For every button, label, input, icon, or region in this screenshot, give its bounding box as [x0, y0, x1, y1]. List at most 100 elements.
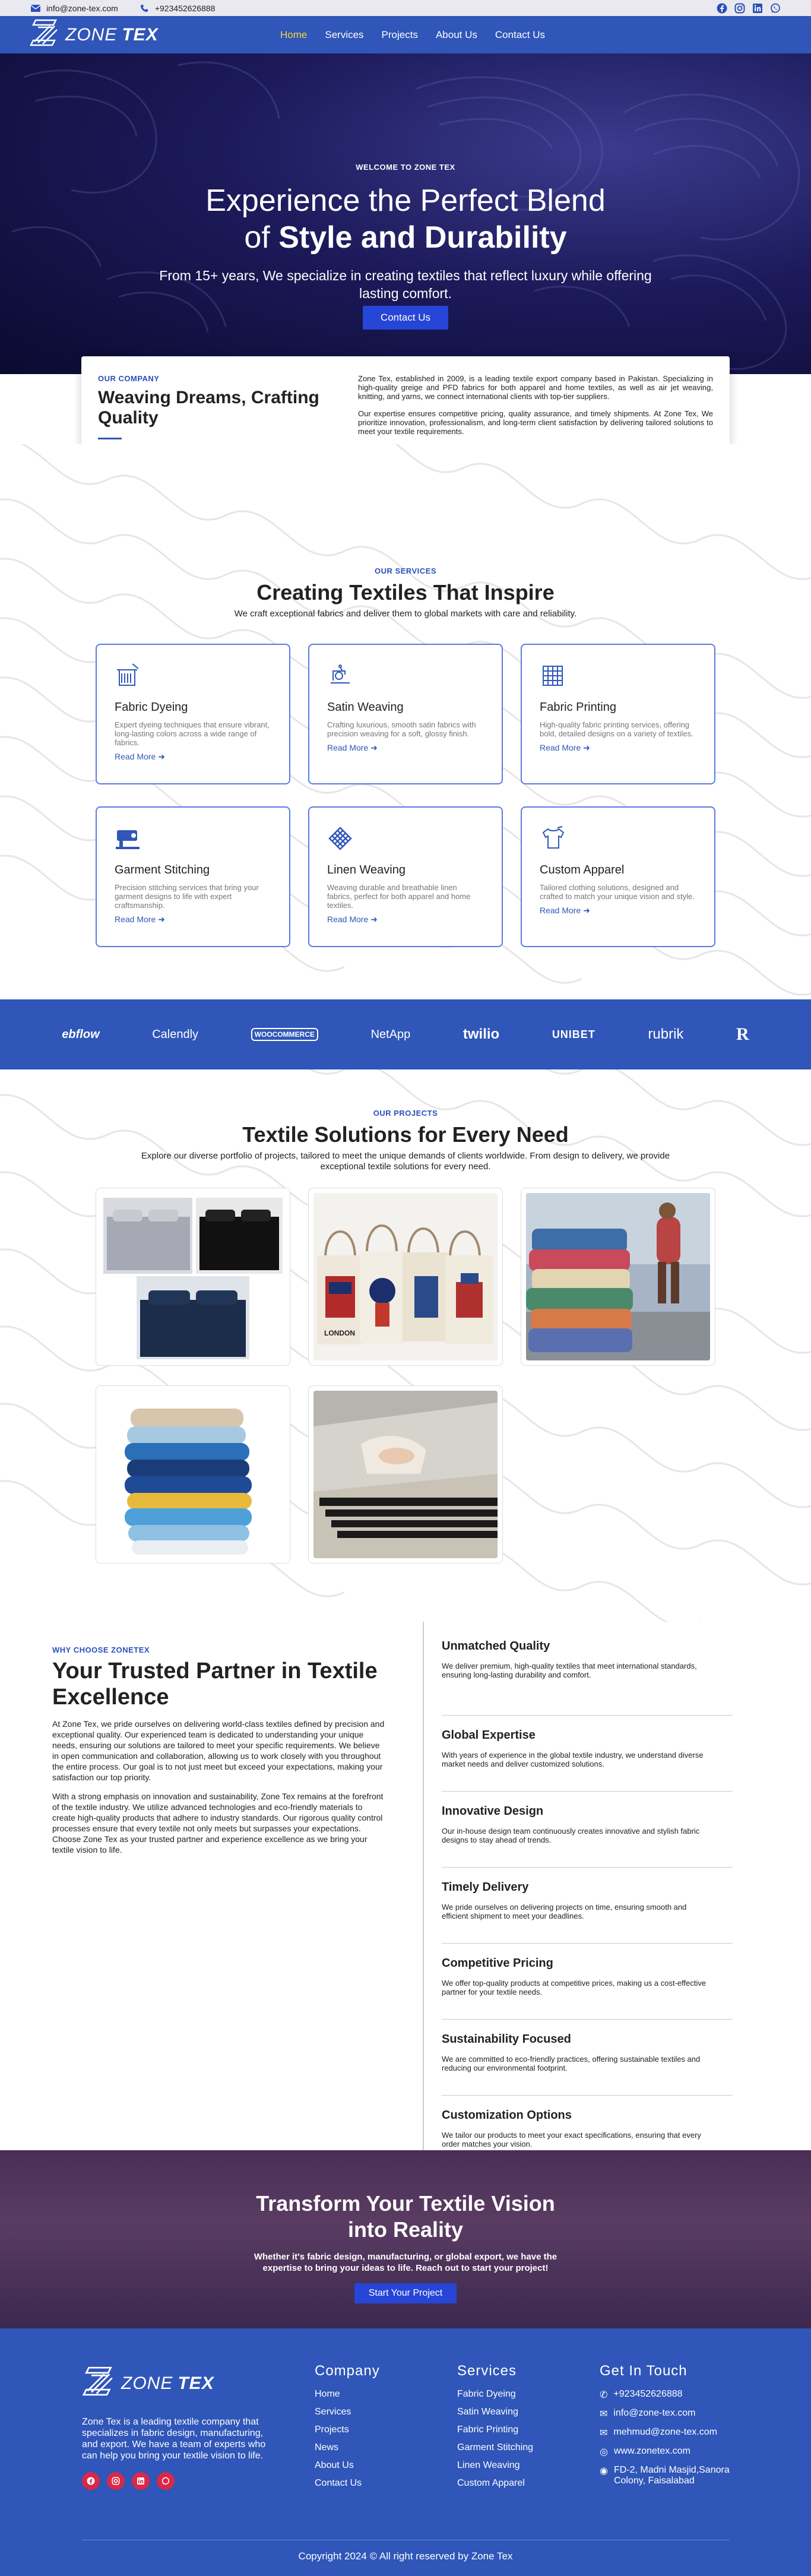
feature-desc: We offer top-quality products at competi…: [442, 1979, 707, 1996]
projects-kicker: OUR PROJECTS: [373, 1109, 438, 1118]
site-logo[interactable]: ZONE TEX: [29, 19, 159, 51]
brand-logo-netapp: NetApp: [370, 1027, 411, 1041]
service-title: Garment Stitching: [115, 863, 210, 876]
site-footer: ZONE TEX Zone Tex is a leading textile co…: [0, 2328, 811, 2576]
brand-logo-webflow: ebflow: [62, 1027, 100, 1041]
service-card-custom-apparel[interactable]: Custom Apparel Tailored clothing solutio…: [521, 806, 715, 947]
footer-link-home[interactable]: Home: [315, 2389, 380, 2400]
feature-title: Competitive Pricing: [442, 1957, 553, 1970]
footer-contact-email-2[interactable]: ✉ mehmud@zone-tex.com: [600, 2427, 736, 2439]
logo-text-bold: TEX: [178, 2374, 214, 2393]
footer-link-garment-stitching[interactable]: Garment Stitching: [457, 2442, 533, 2453]
feature-item: Unmatched Quality We deliver premium, hig…: [442, 1640, 733, 1716]
footer-contact-website[interactable]: ◎ www.zonetex.com: [600, 2446, 736, 2458]
nav-item-projects[interactable]: Projects: [382, 29, 418, 41]
facebook-icon[interactable]: [716, 2, 728, 14]
footer-link-satin-weaving[interactable]: Satin Weaving: [457, 2407, 533, 2417]
facebook-icon[interactable]: [82, 2472, 100, 2490]
feature-item: Sustainability Focused We are committed t…: [442, 2020, 733, 2096]
project-card-towels[interactable]: [96, 1385, 290, 1564]
logo-text-light: ZONE: [65, 24, 118, 45]
footer-services-col: Services Fabric Dyeing Satin Weaving Fab…: [457, 2363, 533, 2496]
read-more-link[interactable]: Read More ➜: [327, 743, 484, 753]
hero-section: WELCOME TO ZONE TEX Experience the Perfe…: [0, 53, 811, 374]
topbar-email[interactable]: info@zone-tex.com: [30, 2, 118, 14]
footer-socials: [82, 2472, 266, 2490]
footer-contact-address: ◉ FD-2, Madni Masjid,Sanora Colony, Faisa…: [600, 2465, 730, 2486]
envelope-icon: ✉: [600, 2428, 608, 2438]
logo-text-light: ZONE: [121, 2374, 173, 2393]
company-para-1: Zone Tex, established in 2009, is a lead…: [358, 374, 713, 401]
nav-item-contact[interactable]: Contact Us: [495, 29, 545, 41]
why-kicker: WHY CHOOSE ZONETEX: [52, 1645, 150, 1654]
project-image-checked-fabrics: [526, 1193, 710, 1360]
footer-logo[interactable]: ZONE TEX: [82, 2366, 266, 2401]
brand-logo-rubrik: rubrik: [648, 1026, 684, 1042]
nav-item-about[interactable]: About Us: [436, 29, 477, 41]
service-card-linen-weaving[interactable]: Linen Weaving Weaving durable and breath…: [308, 806, 503, 947]
project-card-tote-bags[interactable]: LONDON: [308, 1188, 503, 1366]
brand-logo-unibet: UNIBET: [552, 1028, 595, 1040]
instagram-icon[interactable]: [107, 2472, 125, 2490]
footer-link-linen-weaving[interactable]: Linen Weaving: [457, 2460, 533, 2471]
envelope-icon: [30, 2, 42, 14]
whatsapp-icon[interactable]: [157, 2472, 175, 2490]
company-kicker: OUR COMPANY: [98, 374, 160, 383]
service-title: Linen Weaving: [327, 863, 406, 876]
hero-contact-button[interactable]: Contact Us: [362, 306, 449, 330]
feature-title: Sustainability Focused: [442, 2033, 571, 2046]
why-para-2: With a strong emphasis on innovation and…: [52, 1792, 384, 1855]
footer-link-services[interactable]: Services: [315, 2407, 380, 2417]
footer-link-fabric-printing[interactable]: Fabric Printing: [457, 2425, 533, 2435]
whatsapp-icon[interactable]: [769, 2, 781, 14]
read-more-link[interactable]: Read More ➜: [115, 752, 271, 762]
feature-desc: Our in-house design team continuously cr…: [442, 1827, 700, 1844]
service-card-fabric-printing[interactable]: Fabric Printing High-quality fabric prin…: [521, 644, 715, 784]
nav-menu: Home Services Projects About Us Contact …: [280, 29, 545, 41]
footer-about: ZONE TEX Zone Tex is a leading textile co…: [82, 2366, 266, 2490]
project-card-checked-fabrics[interactable]: [521, 1188, 715, 1366]
footer-link-contact[interactable]: Contact Us: [315, 2478, 380, 2489]
footer-contact-email[interactable]: ✉ info@zone-tex.com: [600, 2408, 736, 2420]
services-title: Creating Textiles That Inspire: [256, 580, 555, 605]
logo-icon: [82, 2366, 116, 2401]
company-title: Weaving Dreams, Crafting Quality: [98, 388, 319, 428]
footer-services-title: Services: [457, 2363, 517, 2379]
brand-logo-twilio: twilio: [462, 1026, 500, 1042]
footer-link-news[interactable]: News: [315, 2442, 380, 2453]
footer-link-about[interactable]: About Us: [315, 2460, 380, 2471]
feature-desc: We pride ourselves on delivering project…: [442, 1903, 687, 1920]
weave-pattern-icon: [327, 825, 353, 852]
service-card-garment-stitching[interactable]: Garment Stitching Precision stitching se…: [96, 806, 290, 947]
topbar-phone-text: +923452626888: [154, 3, 216, 13]
sewing-machine-icon: [327, 663, 353, 689]
read-more-link[interactable]: Read More ➜: [327, 914, 484, 925]
instagram-icon[interactable]: [734, 2, 746, 14]
company-divider: [98, 438, 122, 439]
nav-item-home[interactable]: Home: [280, 29, 307, 41]
footer-contact-phone[interactable]: ✆ +923452626888: [600, 2389, 736, 2401]
read-more-link[interactable]: Read More ➜: [115, 914, 271, 925]
project-card-bedding[interactable]: [96, 1188, 290, 1366]
linkedin-icon[interactable]: [132, 2472, 150, 2490]
feature-title: Unmatched Quality: [442, 1640, 550, 1653]
nav-item-services[interactable]: Services: [325, 29, 363, 41]
topbar-phone[interactable]: +923452626888: [138, 2, 216, 14]
footer-link-projects[interactable]: Projects: [315, 2425, 380, 2435]
cta-subtitle: Whether it's fabric design, manufacturin…: [254, 2252, 557, 2273]
service-desc: Crafting luxurious, smooth satin fabrics…: [327, 720, 476, 738]
linkedin-icon[interactable]: [752, 2, 764, 14]
brand-logo-r: R: [736, 1024, 749, 1044]
service-card-fabric-dyeing[interactable]: Fabric Dyeing Expert dyeing techniques t…: [96, 644, 290, 784]
hero-title: Experience the Perfect Blend of Style and…: [0, 182, 811, 256]
project-card-mattress-protector[interactable]: [308, 1385, 503, 1564]
phone-icon: [138, 2, 150, 14]
start-project-button[interactable]: Start Your Project: [354, 2283, 457, 2303]
service-card-satin-weaving[interactable]: Satin Weaving Crafting luxurious, smooth…: [308, 644, 503, 784]
top-bar: info@zone-tex.com +923452626888: [0, 0, 811, 16]
read-more-link[interactable]: Read More ➜: [540, 743, 696, 753]
footer-link-custom-apparel[interactable]: Custom Apparel: [457, 2478, 533, 2489]
hero-title-line1: Experience the Perfect Blend: [205, 183, 606, 218]
read-more-link[interactable]: Read More ➜: [540, 906, 696, 916]
footer-link-fabric-dyeing[interactable]: Fabric Dyeing: [457, 2389, 533, 2400]
